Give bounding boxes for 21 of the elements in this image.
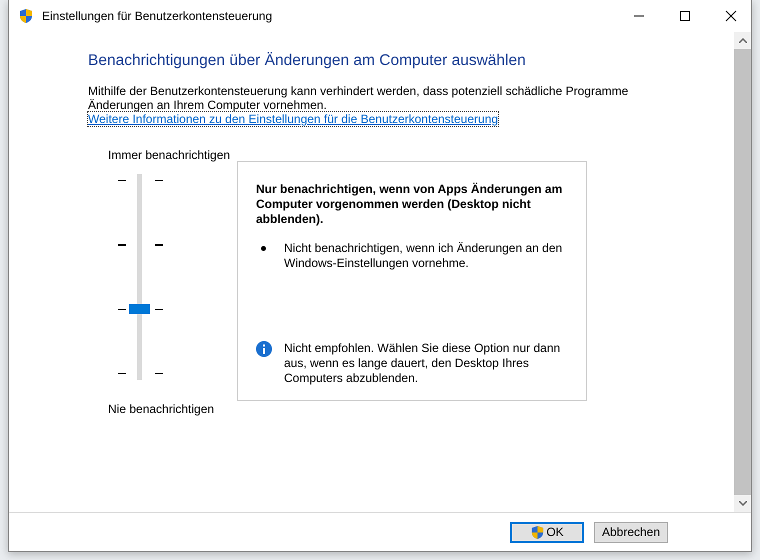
bullet-text: Nicht benachrichtigen, wenn ich Änderungen an den Windows-Einstellungen vornehme. (284, 241, 564, 271)
shield-icon (18, 8, 34, 24)
setting-title: Nur benachrichtigen, wenn von Apps Änderungen am Computer vorgenommen werden (Desktop nicht abblenden). (256, 182, 564, 227)
slider-thumb[interactable] (129, 304, 150, 314)
shield-icon (530, 524, 546, 540)
vertical-scrollbar[interactable] (734, 32, 751, 512)
info-icon (256, 341, 272, 357)
window-title: Einstellungen für Benutzerkontensteuerung (42, 9, 272, 23)
maximize-icon[interactable] (679, 10, 691, 22)
more-info-link[interactable]: Weitere Informationen zu den Einstellungen für die Benutzerkontensteuerung (88, 112, 498, 126)
slider-top-label: Immer benachrichtigen (108, 148, 232, 162)
page-heading: Benachrichtigungen über Änderungen am Computer auswählen (88, 52, 527, 70)
slider-bottom-label: Nie benachrichtigen (108, 402, 216, 416)
close-icon[interactable] (725, 10, 737, 22)
scroll-down-icon[interactable] (738, 501, 746, 506)
scroll-up-icon[interactable] (738, 38, 746, 43)
dialog-button[interactable]: Abbrechen (594, 522, 668, 542)
bullet-icon (261, 246, 266, 251)
note-text: Nicht empfohlen. Wählen Sie diese Option nur dann aus, wenn es lange dauert, den Desktop Ihres Computers abzublenden. (284, 341, 562, 386)
dialog-button[interactable]: OK (510, 522, 584, 542)
description-text: Mithilfe der Benutzerkontensteuerung kann verhindert werden, dass potenziell schädliche Programme Änderungen an Ihrem Computer vornehmen. (88, 84, 630, 112)
